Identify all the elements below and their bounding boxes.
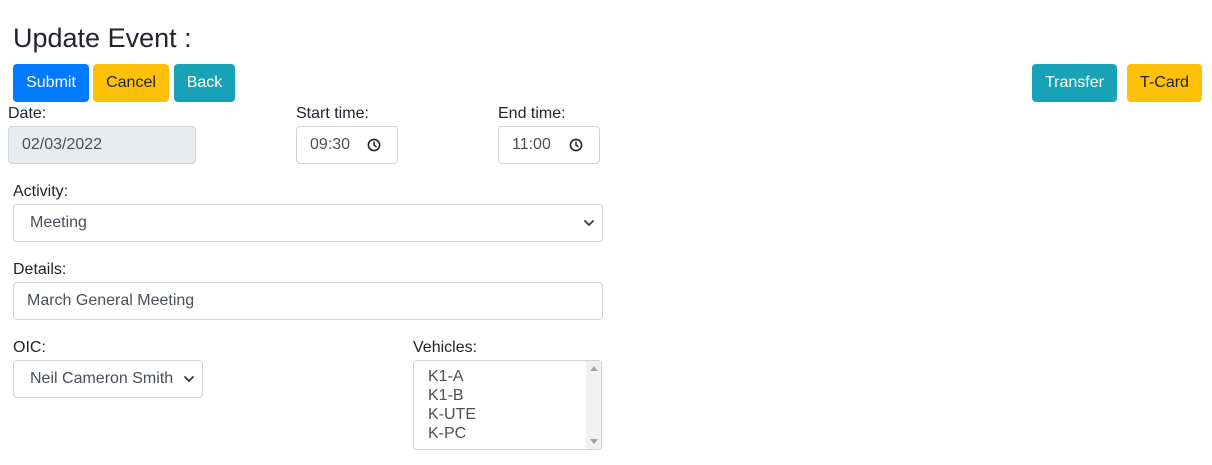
- activity-selected-value: Meeting: [30, 214, 87, 231]
- details-input[interactable]: March General Meeting: [13, 282, 603, 320]
- back-button[interactable]: Back: [174, 64, 235, 102]
- start-time-value: 09:30: [310, 136, 351, 153]
- oic-select[interactable]: Neil Cameron Smith: [13, 360, 203, 398]
- page-title: Update Event :: [13, 23, 192, 53]
- cancel-button[interactable]: Cancel: [93, 64, 169, 102]
- clock-icon[interactable]: [569, 138, 583, 152]
- date-value: 02/03/2022: [22, 136, 103, 153]
- start-time-field[interactable]: 09:30: [296, 126, 398, 164]
- transfer-button[interactable]: Transfer: [1032, 64, 1117, 102]
- date-field[interactable]: 02/03/2022: [8, 126, 196, 164]
- oic-label: OIC:: [13, 339, 46, 356]
- chevron-down-icon: [584, 220, 594, 226]
- oic-selected-value: Neil Cameron Smith: [30, 370, 174, 387]
- scroll-down-icon[interactable]: [590, 439, 598, 444]
- activity-select[interactable]: Meeting: [13, 204, 603, 242]
- vehicle-option[interactable]: K-PC: [428, 424, 466, 443]
- details-value: March General Meeting: [27, 292, 195, 309]
- end-time-field[interactable]: 11:00: [498, 126, 600, 164]
- vehicles-label: Vehicles:: [413, 339, 478, 356]
- vehicle-option[interactable]: K1-B: [428, 386, 464, 405]
- clock-icon[interactable]: [367, 138, 381, 152]
- vehicle-option[interactable]: K1-A: [428, 367, 464, 386]
- start-time-label: Start time:: [296, 105, 369, 122]
- vehicle-option[interactable]: K-UTE: [428, 405, 476, 424]
- t-card-button[interactable]: T-Card: [1127, 64, 1202, 102]
- date-label: Date:: [8, 105, 47, 122]
- chevron-down-icon: [184, 376, 194, 382]
- end-time-label: End time:: [498, 105, 566, 122]
- update-event-page: Update Event : Submit Cancel Back Transf…: [0, 0, 1212, 465]
- details-label: Details:: [13, 261, 67, 278]
- scroll-up-icon[interactable]: [590, 366, 598, 371]
- submit-button[interactable]: Submit: [13, 64, 89, 102]
- end-time-value: 11:00: [512, 136, 551, 153]
- vehicles-scrollbar[interactable]: [586, 361, 601, 449]
- vehicles-listbox[interactable]: K1-A K1-B K-UTE K-PC: [413, 360, 602, 450]
- activity-label: Activity:: [13, 183, 69, 200]
